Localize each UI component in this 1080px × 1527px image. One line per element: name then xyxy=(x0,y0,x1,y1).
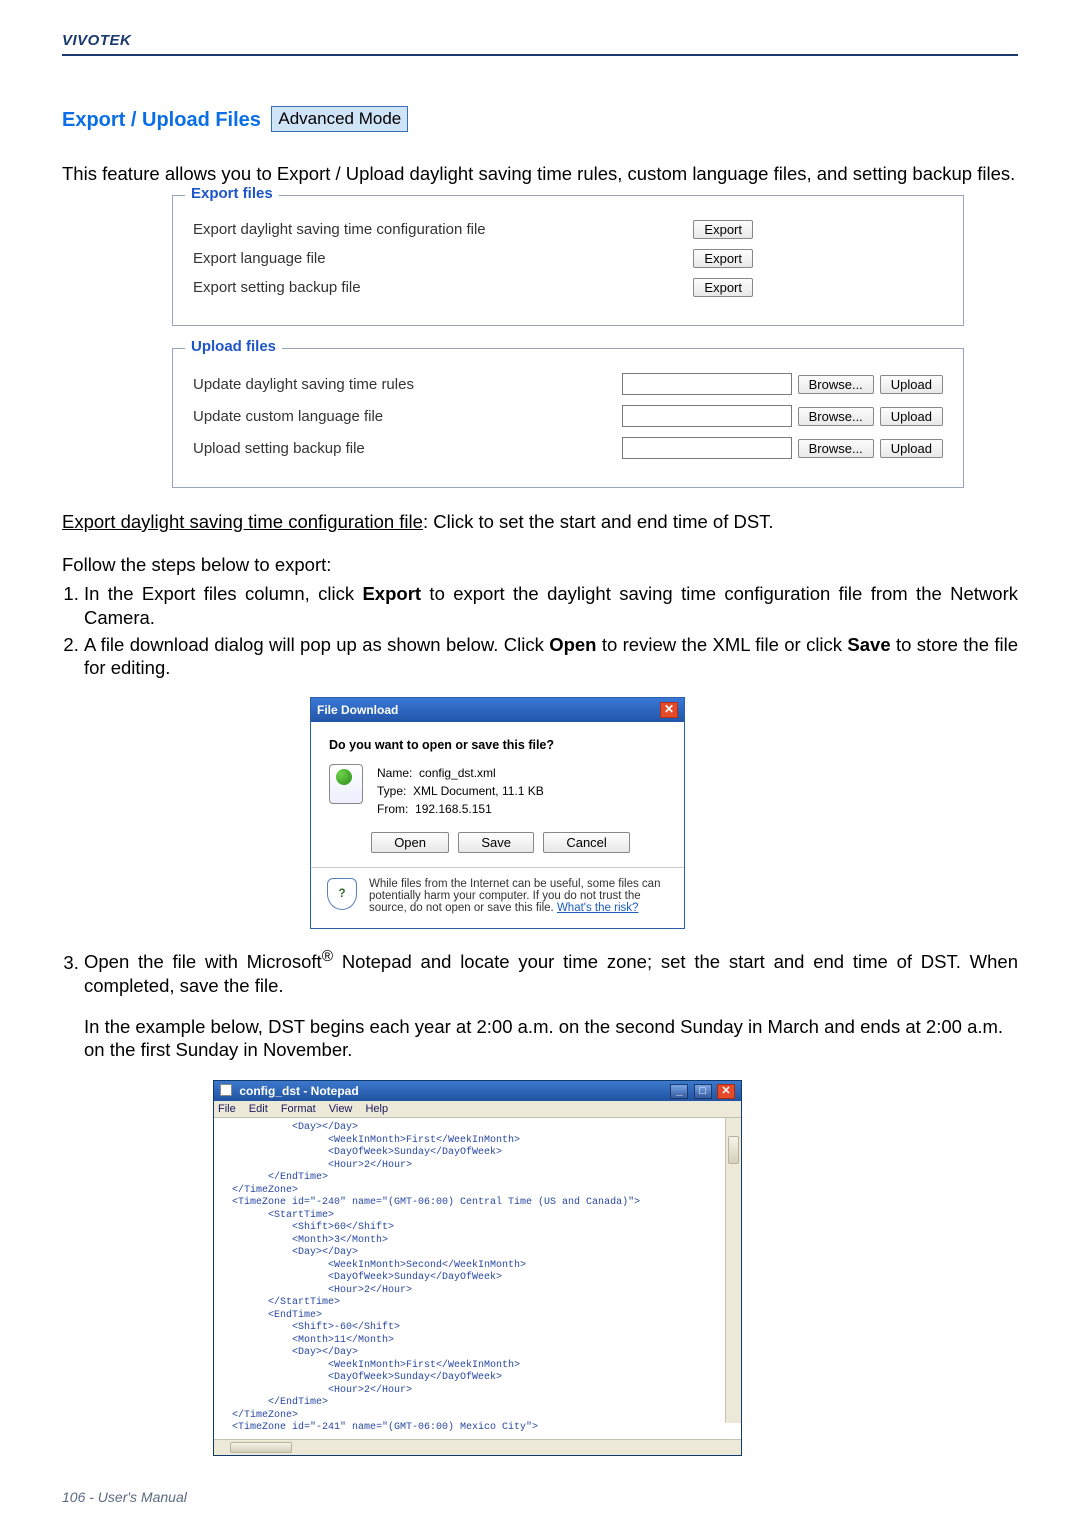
vertical-scrollbar[interactable] xyxy=(725,1118,741,1423)
step1-bold: Export xyxy=(362,583,421,604)
upload-legend: Upload files xyxy=(185,338,282,355)
upload-backup-label: Upload setting backup file xyxy=(193,440,622,457)
steps-list: In the Export files column, click Export… xyxy=(62,582,1018,679)
minimize-icon[interactable]: _ xyxy=(670,1084,688,1099)
list-item: Open the file with Microsoft® Notepad an… xyxy=(84,947,1018,996)
list-item: In the Export files column, click Export… xyxy=(84,582,1018,628)
horizontal-scrollbar[interactable] xyxy=(214,1439,741,1455)
step1-part-a: In the Export files column, click xyxy=(84,583,362,604)
export-files-panel: Export files Export daylight saving time… xyxy=(172,195,964,326)
dialog-question: Do you want to open or save this file? xyxy=(329,738,666,752)
upload-backup-button[interactable]: Upload xyxy=(880,439,943,458)
upload-dst-field[interactable] xyxy=(622,373,792,395)
step2-part-c: to review the XML file or click xyxy=(596,634,847,655)
table-row: Export language file Export xyxy=(193,249,943,268)
upload-files-panel: Upload files Update daylight saving time… xyxy=(172,348,964,488)
section-heading: Export / Upload Files xyxy=(62,109,261,132)
step2-part-a: A file download dialog will pop up as sh… xyxy=(84,634,549,655)
dialog-title: File Download xyxy=(317,703,398,717)
maximize-icon[interactable]: □ xyxy=(694,1084,712,1099)
table-row: Upload setting backup file Browse... Upl… xyxy=(193,437,943,459)
export-legend: Export files xyxy=(185,185,279,202)
notepad-content[interactable]: <Day></Day> <WeekInMonth>First</WeekInMo… xyxy=(214,1118,741,1439)
table-row: Export daylight saving time configuratio… xyxy=(193,220,943,239)
example-text: In the example below, DST begins each ye… xyxy=(84,1015,1018,1061)
browse-backup-button[interactable]: Browse... xyxy=(798,439,874,458)
browse-dst-button[interactable]: Browse... xyxy=(798,375,874,394)
close-icon[interactable]: ✕ xyxy=(717,1084,735,1099)
save-button[interactable]: Save xyxy=(458,832,534,853)
export-lang-button[interactable]: Export xyxy=(693,249,753,268)
table-row: Update daylight saving time rules Browse… xyxy=(193,373,943,395)
step3-part-a: Open the file with Microsoft xyxy=(84,952,322,973)
upload-lang-label: Update custom language file xyxy=(193,408,622,425)
instruction-rest: : Click to set the start and end time of… xyxy=(423,511,774,532)
menu-view[interactable]: View xyxy=(329,1103,353,1115)
upload-lang-button[interactable]: Upload xyxy=(880,407,943,426)
notepad-menu: File Edit Format View Help xyxy=(214,1101,741,1118)
close-icon[interactable]: ✕ xyxy=(660,702,678,718)
type-label: Type: xyxy=(377,784,406,798)
export-dst-button[interactable]: Export xyxy=(693,220,753,239)
type-value: XML Document, 11.1 KB xyxy=(413,784,544,798)
brand-name: VIVOTEK xyxy=(62,32,131,49)
menu-help[interactable]: Help xyxy=(365,1103,388,1115)
intro-text: This feature allows you to Export / Uplo… xyxy=(62,162,1018,185)
instruction-underline: Export daylight saving time configuratio… xyxy=(62,511,423,532)
page-footer: 106 - User's Manual xyxy=(62,1489,187,1505)
menu-format[interactable]: Format xyxy=(281,1103,316,1115)
file-download-dialog: File Download ✕ Do you want to open or s… xyxy=(310,697,685,929)
from-value: 192.168.5.151 xyxy=(415,802,492,816)
from-label: From: xyxy=(377,802,408,816)
browse-lang-button[interactable]: Browse... xyxy=(798,407,874,426)
menu-file[interactable]: File xyxy=(218,1103,236,1115)
upload-dst-label: Update daylight saving time rules xyxy=(193,376,622,393)
mode-badge: Advanced Mode xyxy=(271,106,408,132)
name-label: Name: xyxy=(377,766,412,780)
upload-backup-field[interactable] xyxy=(622,437,792,459)
export-lang-label: Export language file xyxy=(193,250,687,267)
notepad-window: config_dst - Notepad _ □ ✕ File Edit For… xyxy=(213,1080,742,1456)
list-item: A file download dialog will pop up as sh… xyxy=(84,633,1018,679)
open-button[interactable]: Open xyxy=(371,832,449,853)
export-backup-label: Export setting backup file xyxy=(193,279,687,296)
cancel-button[interactable]: Cancel xyxy=(543,832,629,853)
upload-lang-field[interactable] xyxy=(622,405,792,427)
whats-the-risk-link[interactable]: What's the risk? xyxy=(557,902,638,914)
file-type-icon xyxy=(329,764,363,804)
table-row: Export setting backup file Export xyxy=(193,278,943,297)
shield-icon: ? xyxy=(327,878,357,910)
menu-edit[interactable]: Edit xyxy=(249,1103,268,1115)
notepad-title: config_dst - Notepad xyxy=(239,1084,358,1098)
step2-bold-save: Save xyxy=(847,634,890,655)
export-dst-label: Export daylight saving time configuratio… xyxy=(193,221,687,238)
step2-bold-open: Open xyxy=(549,634,596,655)
upload-dst-button[interactable]: Upload xyxy=(880,375,943,394)
registered-mark: ® xyxy=(322,948,333,965)
export-backup-button[interactable]: Export xyxy=(693,278,753,297)
notepad-icon xyxy=(220,1084,232,1096)
name-value: config_dst.xml xyxy=(419,766,496,780)
steps-list-cont: Open the file with Microsoft® Notepad an… xyxy=(62,947,1018,996)
follow-steps-heading: Follow the steps below to export: xyxy=(62,553,1018,576)
table-row: Update custom language file Browse... Up… xyxy=(193,405,943,427)
